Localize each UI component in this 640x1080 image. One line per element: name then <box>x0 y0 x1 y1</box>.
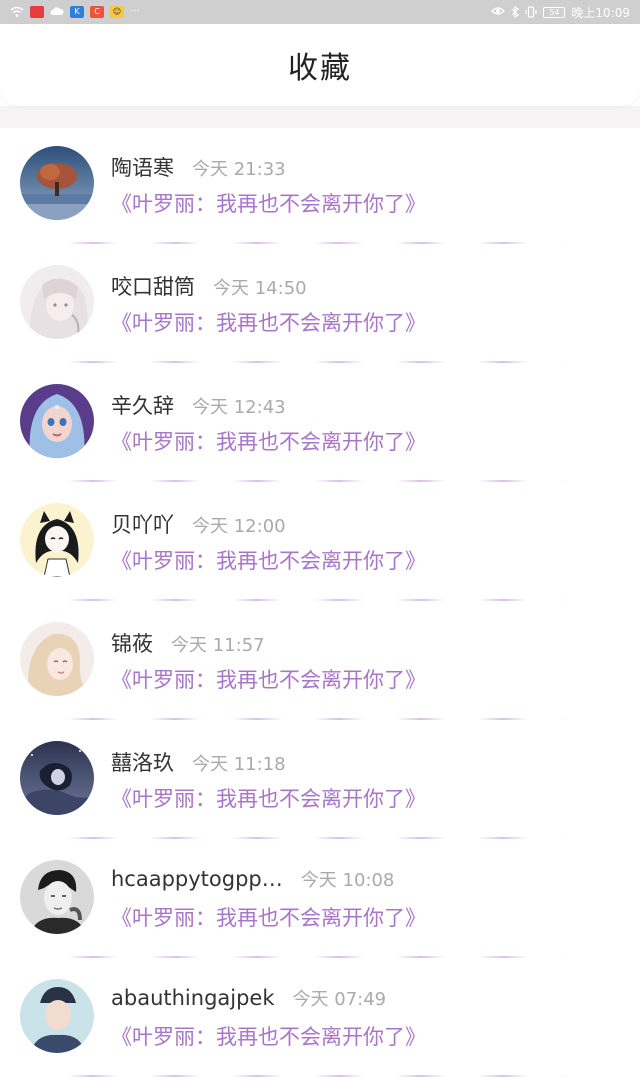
list-item[interactable]: hcaappytogpp… 今天 10:08 《叶罗丽：我再也不会离开你了》 <box>0 842 640 961</box>
doll-blue-hair-avatar <box>20 384 94 458</box>
timestamp: 今天 12:00 <box>192 516 286 537</box>
list-item[interactable]: 贝吖吖 今天 12:00 《叶罗丽：我再也不会离开你了》 <box>0 485 640 604</box>
story-title-link[interactable]: 《叶罗丽：我再也不会离开你了》 <box>111 188 426 218</box>
avatar[interactable] <box>20 265 94 339</box>
divider <box>68 956 564 958</box>
timestamp: 今天 11:57 <box>171 635 265 656</box>
avatar[interactable] <box>20 622 94 696</box>
timestamp: 今天 14:50 <box>213 278 307 299</box>
avatar[interactable] <box>20 146 94 220</box>
divider <box>68 361 564 363</box>
list-item[interactable]: abauthingajpek 今天 07:49 《叶罗丽：我再也不会离开你了》 <box>0 961 640 1080</box>
bw-portrait-avatar <box>20 860 94 934</box>
status-time: 晚上10:09 <box>571 5 630 20</box>
list-item[interactable]: 辛久辞 今天 12:43 《叶罗丽：我再也不会离开你了》 <box>0 366 640 485</box>
divider <box>68 242 564 244</box>
user-name: abauthingajpek <box>111 986 275 1010</box>
story-title-link[interactable]: 《叶罗丽：我再也不会离开你了》 <box>111 545 426 575</box>
status-left-icons: K C ☺ ··· <box>10 6 140 18</box>
status-bar: K C ☺ ··· 54 晚上10:09 <box>0 0 640 24</box>
story-title-link[interactable]: 《叶罗丽：我再也不会离开你了》 <box>111 902 426 932</box>
app-store-icon: C <box>90 6 104 18</box>
timestamp: 今天 12:43 <box>192 397 286 418</box>
cat-ear-girl-avatar <box>20 503 94 577</box>
vibrate-icon <box>525 6 538 18</box>
user-name: 贝吖吖 <box>111 513 174 537</box>
divider <box>68 599 564 601</box>
avatar[interactable] <box>20 860 94 934</box>
list-item[interactable]: 陶语寒 今天 21:33 《叶罗丽：我再也不会离开你了》 <box>0 128 640 247</box>
header-gap <box>0 106 640 128</box>
wifi-icon <box>10 6 24 18</box>
dark-night-scene-avatar <box>20 741 94 815</box>
more-icon: ··· <box>130 6 140 17</box>
page-header: 收藏 <box>0 24 640 106</box>
favorites-list: 陶语寒 今天 21:33 《叶罗丽：我再也不会离开你了》 咬口甜筒 今天 14:… <box>0 128 640 1080</box>
avatar[interactable] <box>20 384 94 458</box>
story-title-link[interactable]: 《叶罗丽：我再也不会离开你了》 <box>111 664 426 694</box>
divider <box>68 718 564 720</box>
page-title: 收藏 <box>288 51 352 86</box>
story-title-link[interactable]: 《叶罗丽：我再也不会离开你了》 <box>111 783 426 813</box>
status-right-icons: 54 晚上10:09 <box>491 4 630 21</box>
app-face-icon: ☺ <box>110 6 124 18</box>
list-item[interactable]: 咬口甜筒 今天 14:50 《叶罗丽：我再也不会离开你了》 <box>0 247 640 366</box>
blonde-illustration-avatar <box>20 622 94 696</box>
list-item[interactable]: 锦莜 今天 11:57 《叶罗丽：我再也不会离开你了》 <box>0 604 640 723</box>
user-name: 辛久辞 <box>111 394 174 418</box>
cloud-icon <box>50 6 64 18</box>
list-item[interactable]: 囍洛玖 今天 11:18 《叶罗丽：我再也不会离开你了》 <box>0 723 640 842</box>
user-name: 陶语寒 <box>111 156 174 180</box>
avatar[interactable] <box>20 503 94 577</box>
divider <box>68 480 564 482</box>
divider <box>68 1075 564 1077</box>
boy-cap-avatar <box>20 979 94 1053</box>
eye-icon <box>491 6 506 18</box>
avatar[interactable] <box>20 741 94 815</box>
user-name: 锦莜 <box>111 632 153 656</box>
user-name: hcaappytogpp… <box>111 867 283 891</box>
timestamp: 今天 10:08 <box>300 870 395 891</box>
notification-icon <box>30 6 44 18</box>
tree-landscape-avatar <box>20 146 94 220</box>
battery-icon: 54 <box>543 6 566 18</box>
timestamp: 今天 11:18 <box>192 754 286 775</box>
app-k-icon: K <box>70 6 84 18</box>
divider <box>68 837 564 839</box>
story-title-link[interactable]: 《叶罗丽：我再也不会离开你了》 <box>111 426 426 456</box>
story-title-link[interactable]: 《叶罗丽：我再也不会离开你了》 <box>111 1021 426 1051</box>
timestamp: 今天 07:49 <box>292 989 387 1010</box>
user-name: 咬口甜筒 <box>111 275 195 299</box>
bluetooth-icon <box>511 5 520 19</box>
avatar[interactable] <box>20 979 94 1053</box>
timestamp: 今天 21:33 <box>192 159 286 180</box>
user-name: 囍洛玖 <box>111 751 174 775</box>
story-title-link[interactable]: 《叶罗丽：我再也不会离开你了》 <box>111 307 426 337</box>
pale-anime-girl-avatar <box>20 265 94 339</box>
